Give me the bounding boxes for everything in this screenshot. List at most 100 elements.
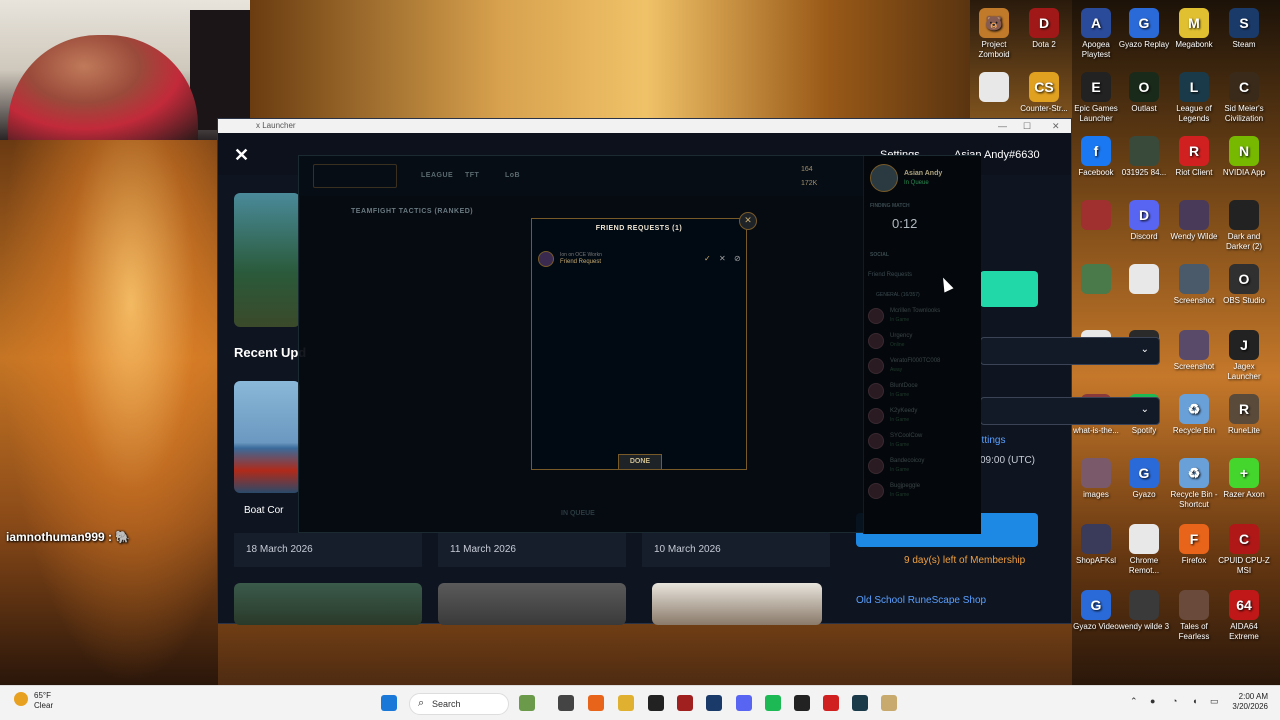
friend-requests-label[interactable]: Friend Requests bbox=[868, 272, 912, 278]
friend-row[interactable]: Mcrillen Townlooks In Game bbox=[868, 306, 978, 330]
news-card[interactable]: 11 March 2026 bbox=[438, 533, 626, 567]
wallpaper-top bbox=[250, 0, 970, 135]
weather-widget[interactable]: 65°F Clear bbox=[34, 691, 53, 711]
friend-row[interactable]: BluntDoce In Game bbox=[868, 381, 978, 405]
desktop-icon[interactable]: ♻ Recycle Bin - Shortcut bbox=[1166, 458, 1222, 510]
desktop-icon[interactable]: N NVIDIA App bbox=[1216, 136, 1272, 178]
nav-league[interactable]: LEAGUE bbox=[421, 172, 453, 179]
minimize-button[interactable]: — bbox=[998, 119, 1007, 133]
desktop-icon[interactable]: G Gyazo Replay bbox=[1116, 8, 1172, 50]
weather-icon[interactable] bbox=[14, 692, 28, 706]
news-title-boat[interactable]: Boat Cor bbox=[244, 505, 283, 516]
friend-name: SYCoolCow bbox=[890, 433, 923, 439]
news-thumbnail[interactable] bbox=[652, 583, 822, 625]
spotify-icon[interactable] bbox=[765, 695, 781, 711]
app-icon bbox=[1179, 264, 1209, 294]
maximize-button[interactable]: ☐ bbox=[1023, 119, 1031, 133]
desktop-icon-label: Outlast bbox=[1131, 104, 1157, 113]
taskbar-search[interactable]: ⌕ Search bbox=[409, 693, 509, 715]
volume-icon[interactable]: ◖ bbox=[1192, 696, 1197, 706]
friend-row[interactable]: VeratoFl000TC008 Away bbox=[868, 356, 978, 380]
desktop-icon[interactable]: O Outlast bbox=[1116, 72, 1172, 114]
desktop-icon[interactable]: + Razer Axon bbox=[1216, 458, 1272, 500]
tray-overflow-icon[interactable]: ⌃ bbox=[1130, 696, 1138, 707]
file-explorer-icon[interactable] bbox=[618, 695, 634, 711]
desktop-icon[interactable]: Tales of Fearless bbox=[1166, 590, 1222, 642]
play-button[interactable] bbox=[980, 271, 1038, 307]
friend-row[interactable]: Urgency Online bbox=[868, 331, 978, 355]
firefox-icon[interactable] bbox=[588, 695, 604, 711]
friend-requests-dialog: FRIEND REQUESTS (1) ✕ Ion on OCE Workn F… bbox=[531, 212, 757, 470]
close-window-button[interactable]: ✕ bbox=[1052, 119, 1060, 133]
desktop-icon[interactable]: D Dota 2 bbox=[1016, 8, 1072, 50]
utc-time: 09:00 (UTC) bbox=[980, 455, 1036, 466]
desktop-icon[interactable]: R RuneLite bbox=[1216, 394, 1272, 436]
nav-tft[interactable]: TFT bbox=[465, 172, 479, 179]
jagex-launcher-icon[interactable] bbox=[648, 695, 664, 711]
desktop-icon[interactable]: 031925 84... bbox=[1116, 136, 1172, 178]
osrs-shop-link[interactable]: Old School RuneScape Shop bbox=[856, 595, 986, 606]
queue-timer: 0:12 bbox=[892, 216, 918, 231]
desktop-icon[interactable]: 🐻 Project Zomboid bbox=[966, 8, 1022, 60]
steam-icon[interactable] bbox=[706, 695, 722, 711]
desktop-icon[interactable] bbox=[966, 72, 1022, 104]
desktop-icon[interactable]: O OBS Studio bbox=[1216, 264, 1272, 306]
desktop-icon[interactable]: Chrome Remot... bbox=[1116, 524, 1172, 576]
desktop-icon[interactable]: wendy wilde 3 bbox=[1116, 590, 1172, 632]
desktop-icon[interactable]: F Firefox bbox=[1166, 524, 1222, 566]
client-select-dropdown[interactable]: ⌄ bbox=[980, 397, 1160, 425]
news-thumbnail[interactable] bbox=[234, 381, 300, 493]
friend-group-label[interactable]: GENERAL (16/357) bbox=[876, 292, 920, 298]
news-thumbnail[interactable] bbox=[234, 583, 422, 625]
friend-row[interactable]: K2yKeedy In Game bbox=[868, 406, 978, 430]
desktop-icon[interactable]: L League of Legends bbox=[1166, 72, 1222, 124]
desktop-icon[interactable]: C CPUID CPU-Z MSI bbox=[1216, 524, 1272, 576]
desktop-icon[interactable]: D Discord bbox=[1116, 200, 1172, 242]
friend-row[interactable]: Bugjpeggle In Game bbox=[868, 481, 978, 505]
wifi-icon[interactable]: ◔ bbox=[1172, 696, 1177, 706]
block-user-button[interactable]: ⊘ bbox=[734, 254, 741, 263]
taskview-icon[interactable] bbox=[519, 695, 535, 711]
play-mode-button[interactable] bbox=[313, 164, 397, 188]
desktop-icon[interactable]: Wendy Wilde bbox=[1166, 200, 1222, 242]
riot-client-icon[interactable] bbox=[823, 695, 839, 711]
tray-icon[interactable]: ● bbox=[1150, 696, 1155, 706]
app-icon[interactable] bbox=[881, 695, 897, 711]
app-icon[interactable] bbox=[677, 695, 693, 711]
start-menu-icon[interactable] bbox=[381, 695, 397, 711]
profile-avatar[interactable] bbox=[870, 164, 898, 192]
jagex-logo-icon[interactable]: ✕ bbox=[234, 145, 249, 166]
desktop-icon[interactable]: J Jagex Launcher bbox=[1216, 330, 1272, 382]
close-dialog-button[interactable]: ✕ bbox=[739, 212, 757, 230]
desktop-icon[interactable]: Screenshot bbox=[1166, 330, 1222, 372]
nav-lob[interactable]: LoB bbox=[505, 172, 520, 179]
accept-request-button[interactable]: ✓ bbox=[704, 254, 711, 263]
desktop-icon[interactable]: M Megabonk bbox=[1166, 8, 1222, 50]
desktop-icon[interactable]: ♻ Recycle Bin bbox=[1166, 394, 1222, 436]
friend-row[interactable]: SYCoolCow In Game bbox=[868, 431, 978, 455]
desktop-icon[interactable]: G Gyazo bbox=[1116, 458, 1172, 500]
desktop-icon[interactable] bbox=[1116, 264, 1172, 296]
game-tile[interactable] bbox=[234, 193, 300, 327]
app-icon[interactable] bbox=[558, 695, 574, 711]
friend-row[interactable]: Bandecoicoy In Game bbox=[868, 456, 978, 480]
desktop-icon[interactable]: C Sid Meier's Civilization bbox=[1216, 72, 1272, 124]
desktop-icon[interactable]: S Steam bbox=[1216, 8, 1272, 50]
discord-icon[interactable] bbox=[736, 695, 752, 711]
news-thumbnail[interactable] bbox=[438, 583, 626, 625]
news-card[interactable]: 10 March 2026 bbox=[642, 533, 830, 567]
battery-icon[interactable]: ▭ bbox=[1210, 696, 1219, 707]
news-card[interactable]: 18 March 2026 bbox=[234, 533, 422, 567]
app-icon[interactable] bbox=[794, 695, 810, 711]
desktop-icon[interactable]: Dark and Darker (2) bbox=[1216, 200, 1272, 252]
league-icon[interactable] bbox=[852, 695, 868, 711]
desktop-icon-label: Jagex Launcher bbox=[1227, 362, 1261, 381]
desktop-icon[interactable]: CS Counter-Str... bbox=[1016, 72, 1072, 114]
desktop-icon[interactable]: R Riot Client bbox=[1166, 136, 1222, 178]
desktop-icon[interactable]: 64 AIDA64 Extreme bbox=[1216, 590, 1272, 642]
decline-request-button[interactable]: ✕ bbox=[719, 254, 726, 263]
game-select-dropdown[interactable]: ⌄ bbox=[980, 337, 1160, 365]
done-button[interactable]: DONE bbox=[618, 454, 662, 470]
desktop-icon[interactable]: Screenshot bbox=[1166, 264, 1222, 306]
system-clock[interactable]: 2:00 AM 3/20/2026 bbox=[1226, 692, 1268, 712]
